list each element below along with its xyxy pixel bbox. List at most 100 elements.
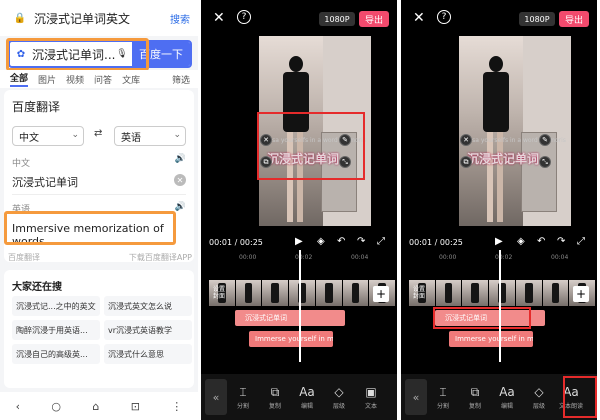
speaker-icon[interactable]: 🔊 — [175, 154, 186, 164]
fullscreen-icon[interactable]: ⤢ — [577, 236, 585, 247]
undo-icon[interactable]: ↶ — [537, 236, 545, 247]
subtitle-track-english[interactable]: Immerse yourself in memori — [249, 331, 333, 347]
tool-label: 复制 — [268, 402, 281, 410]
time-display: 00:01 / 00:25 — [209, 238, 263, 247]
video-track[interactable] — [409, 280, 596, 306]
search-box[interactable]: ✿ 沉浸式记单词... 🎙 百度一下 — [8, 40, 192, 68]
export-button[interactable]: 导出 — [359, 11, 389, 27]
tool-split[interactable]: ⌶ 分割 — [227, 385, 259, 410]
translate-source-link[interactable]: 百度翻译 — [8, 252, 40, 263]
tool-copy[interactable]: ⧉ 复制 — [459, 385, 491, 410]
tab-docs[interactable]: 文库 — [122, 73, 140, 86]
related-item[interactable]: 沉浸式记...之中的英文 — [12, 296, 100, 316]
keyframe-icon[interactable]: ◈ — [317, 236, 325, 247]
search-icon[interactable]: ○ — [51, 400, 61, 413]
delete-handle-icon[interactable]: ✕ — [460, 134, 472, 146]
play-icon[interactable]: ▶ — [295, 236, 303, 247]
layer-icon: ◇ — [534, 384, 544, 399]
home-icon[interactable]: ⌂ — [92, 400, 99, 413]
menu-icon[interactable]: ⋮ — [171, 400, 182, 413]
back-icon[interactable]: ‹ — [16, 400, 20, 413]
baidu-paw-icon: ✿ — [16, 48, 26, 60]
overlay-chinese-text[interactable]: 沉浸式记单词 — [467, 150, 539, 167]
subtitle-track-highlight — [433, 307, 531, 329]
filter-button[interactable]: 筛选 — [172, 73, 190, 86]
tool-edit[interactable]: Aa 编辑 — [291, 385, 323, 410]
copy-icon: ⧉ — [270, 384, 280, 399]
copy-handle-icon[interactable]: ⧉ — [460, 156, 472, 168]
ruler-tick: 00:04 — [551, 254, 569, 261]
edit-text-icon: Aa — [299, 384, 315, 399]
tool-layer[interactable]: ◇ 层级 — [323, 385, 355, 410]
add-clip-icon[interactable]: + — [373, 286, 389, 302]
tabs-icon[interactable]: ⊡ — [131, 400, 140, 413]
resolution-select[interactable]: 1080P — [519, 12, 555, 26]
redo-icon[interactable]: ↷ — [557, 236, 565, 247]
tab-qa[interactable]: 问答 — [94, 73, 112, 86]
source-text-input[interactable]: 沉浸式记单词 — [12, 174, 78, 190]
add-clip-icon[interactable]: + — [573, 286, 589, 302]
tool-edit[interactable]: Aa 编辑 — [491, 385, 523, 410]
related-item[interactable]: 沉浸式什么意思 — [104, 344, 192, 364]
ruler-tick: 00:02 — [495, 254, 513, 261]
playhead[interactable] — [499, 250, 501, 362]
speaker-icon[interactable]: 🔊 — [175, 202, 186, 212]
tool-text[interactable]: ▣ 文本 — [355, 385, 387, 410]
search-button[interactable]: 百度一下 — [132, 42, 190, 66]
url-search-button[interactable]: 搜索 — [170, 11, 190, 26]
resize-handle-icon[interactable]: ⤡ — [539, 156, 551, 168]
fullscreen-icon[interactable]: ⤢ — [377, 236, 385, 247]
screenshot-root: 🔒 沉浸式记单词英文 搜索 ✿ 沉浸式记单词... 🎙 百度一下 全部 图片 视… — [0, 0, 600, 420]
subtitle-track-english[interactable]: Immerse yourself in memori — [449, 331, 533, 347]
target-language-select[interactable]: 英语 ⌄ — [114, 126, 186, 146]
url-query: 沉浸式记单词英文 — [34, 11, 131, 26]
clear-icon[interactable]: ✕ — [174, 174, 186, 186]
subtitle-track-chinese[interactable]: 沉浸式记单词 — [235, 310, 345, 326]
split-icon: ⌶ — [239, 384, 247, 399]
time-total: 00:25 — [439, 238, 463, 247]
related-item[interactable]: 沉浸式英文怎么说 — [104, 296, 192, 316]
close-icon[interactable]: ✕ — [213, 10, 225, 26]
related-item[interactable]: 陶醉沉浸于用英语... — [12, 320, 100, 340]
video-preview[interactable] — [459, 36, 571, 226]
download-app-link[interactable]: 下载百度翻译APP — [129, 252, 192, 263]
video-track[interactable] — [209, 280, 396, 306]
baidu-translate-panel: 🔒 沉浸式记单词英文 搜索 ✿ 沉浸式记单词... 🎙 百度一下 全部 图片 视… — [0, 0, 198, 420]
edit-handle-icon[interactable]: ✎ — [539, 134, 551, 146]
tool-layer[interactable]: ◇ 层级 — [523, 385, 555, 410]
tool-label: 层级 — [532, 402, 545, 410]
playhead[interactable] — [299, 250, 301, 362]
set-cover-button[interactable]: 设置封面 — [213, 286, 227, 300]
help-icon[interactable]: ? — [237, 10, 251, 24]
redo-icon[interactable]: ↷ — [357, 236, 365, 247]
swap-languages-icon[interactable]: ⇄ — [94, 128, 102, 139]
collapse-icon[interactable]: « — [405, 379, 427, 415]
text-template-icon: ▣ — [365, 384, 377, 399]
target-language-value: 英语 — [121, 132, 141, 144]
divider — [12, 194, 186, 195]
resolution-select[interactable]: 1080P — [319, 12, 355, 26]
source-language-select[interactable]: 中文 ⌄ — [12, 126, 84, 146]
time-display: 00:01 / 00:25 — [409, 238, 463, 247]
close-icon[interactable]: ✕ — [413, 10, 425, 26]
tab-images[interactable]: 图片 — [38, 73, 56, 86]
related-item[interactable]: 沉浸自己的高级英... — [12, 344, 100, 364]
tool-copy[interactable]: ⧉ 复制 — [259, 385, 291, 410]
keyframe-icon[interactable]: ◈ — [517, 236, 525, 247]
tab-all[interactable]: 全部 — [10, 71, 29, 87]
microphone-icon[interactable]: 🎙 — [116, 47, 128, 61]
help-icon[interactable]: ? — [437, 10, 451, 24]
search-input[interactable]: 沉浸式记单词... — [32, 46, 116, 63]
collapse-icon[interactable]: « — [205, 379, 227, 415]
set-cover-button[interactable]: 设置封面 — [413, 286, 427, 300]
export-button[interactable]: 导出 — [559, 11, 589, 27]
related-item[interactable]: vr沉浸式英语教学 — [104, 320, 192, 340]
tool-label: 分割 — [436, 402, 449, 410]
translation-highlight-box — [4, 211, 176, 245]
undo-icon[interactable]: ↶ — [337, 236, 345, 247]
play-icon[interactable]: ▶ — [495, 236, 503, 247]
related-searches: 大家还在搜 沉浸式记...之中的英文 沉浸式英文怎么说 陶醉沉浸于用英语... … — [4, 270, 194, 388]
tab-videos[interactable]: 视频 — [66, 73, 84, 86]
url-bar[interactable]: 🔒 沉浸式记单词英文 搜索 — [0, 0, 198, 36]
tool-split[interactable]: ⌶ 分割 — [427, 385, 459, 410]
